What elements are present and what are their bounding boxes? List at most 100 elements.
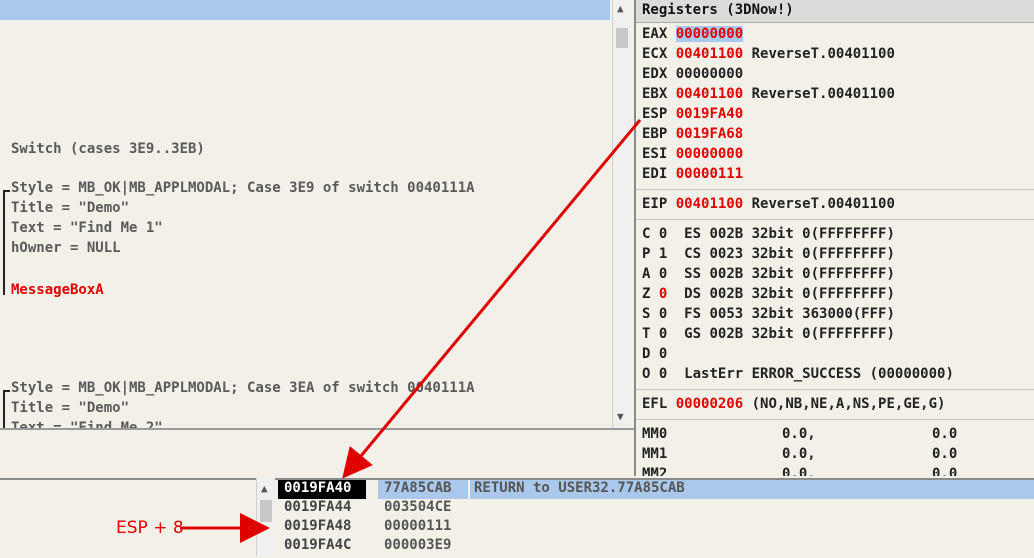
segment-info: SS 002B 32bit 0(FFFFFFFF)	[684, 266, 895, 282]
flag-name: P	[642, 246, 651, 262]
stack-address[interactable]: 0019FA4C	[278, 537, 366, 556]
comment-line[interactable]: hOwner = NULL	[11, 240, 121, 256]
register-name: ESI	[642, 146, 668, 162]
stack-scrollbar[interactable]: ▲	[256, 478, 275, 556]
segment-info: LastErr ERROR_SUCCESS (00000000)	[684, 366, 954, 382]
flag-row-o[interactable]: O 0 LastErr ERROR_SUCCESS (00000000)	[642, 366, 954, 382]
flag-bit[interactable]: 0	[659, 346, 667, 362]
flag-bit[interactable]: 0	[659, 226, 667, 242]
register-row-eax[interactable]: EAX 00000000	[642, 26, 752, 42]
mmx-high: 0.0	[932, 466, 958, 476]
flag-row-d[interactable]: D 0	[642, 346, 684, 362]
info-pane	[0, 430, 634, 476]
flag-name: Z	[642, 286, 651, 302]
flag-row-s[interactable]: S 0 FS 0053 32bit 363000(FFF)	[642, 306, 895, 322]
register-comment: ReverseT.00401100	[751, 86, 895, 102]
segment-info: ES 002B 32bit 0(FFFFFFFF)	[684, 226, 895, 242]
flag-bit[interactable]: 0	[659, 286, 667, 302]
register-row-ebp[interactable]: EBP 0019FA68	[642, 126, 752, 142]
stack-comment: RETURN to USER32.77A85CAB	[470, 480, 1034, 499]
call-bracket-1	[3, 190, 10, 295]
register-name: EIP	[642, 196, 668, 212]
flag-name: S	[642, 306, 651, 322]
registers-title-bar[interactable]: Registers (3DNow!)	[636, 0, 1034, 23]
registers-title: Registers (3DNow!)	[642, 2, 794, 18]
mmx-high: 0.0	[932, 446, 958, 462]
flag-row-p[interactable]: P 1 CS 0023 32bit 0(FFFFFFFF)	[642, 246, 895, 262]
register-value[interactable]: 00401100	[676, 196, 743, 212]
selected-line-highlight[interactable]	[0, 0, 610, 20]
stack-row[interactable]: 0019FA44 003504CE	[0, 499, 1034, 518]
flag-bit[interactable]: 0	[659, 326, 667, 342]
register-value[interactable]: 00401100	[676, 86, 743, 102]
register-row-mm2[interactable]: MM2 0.0, 0.0	[642, 466, 957, 476]
scroll-thumb[interactable]	[616, 28, 628, 48]
comment-line[interactable]: Style = MB_OK|MB_APPLMODAL; Case 3EA of …	[11, 380, 475, 396]
register-value[interactable]: 00000206	[676, 396, 743, 412]
register-row-edi[interactable]: EDI 00000111	[642, 166, 752, 182]
comment-line[interactable]: MessageBoxA	[11, 282, 104, 298]
flag-bit[interactable]: 0	[659, 306, 667, 322]
register-row-efl[interactable]: EFL 00000206 (NO,NB,NE,A,NS,PE,GE,G)	[642, 396, 945, 412]
register-name: EDI	[642, 166, 668, 182]
register-name: EBP	[642, 126, 668, 142]
segment-info: FS 0053 32bit 363000(FFF)	[684, 306, 895, 322]
comment-line[interactable]: Title = "Demo"	[11, 200, 129, 216]
stack-scroll-up-icon[interactable]: ▲	[261, 482, 268, 495]
mmx-low: 0.0,	[782, 446, 816, 462]
register-name: EFL	[642, 396, 668, 412]
register-row-mm1[interactable]: MM1 0.0, 0.0	[642, 446, 957, 462]
register-name: EAX	[642, 26, 668, 42]
register-value[interactable]: 0019FA40	[676, 106, 743, 122]
register-value[interactable]: 00000000	[675, 26, 744, 42]
stack-value[interactable]: 003504CE	[378, 499, 468, 518]
comment-line[interactable]: Text = "Find Me 1"	[11, 220, 163, 236]
stack-scroll-thumb[interactable]	[260, 500, 272, 522]
flag-bit[interactable]: 0	[659, 366, 667, 382]
stack-value[interactable]: 00000111	[378, 518, 468, 537]
comment-line[interactable]: Switch (cases 3E9..3EB)	[11, 141, 205, 157]
esp-offset-annotation: ESP + 8	[116, 518, 184, 538]
register-row-mm0[interactable]: MM0 0.0, 0.0	[642, 426, 957, 442]
stack-value[interactable]: 77A85CAB	[378, 480, 468, 499]
disassembly-scrollbar[interactable]: ▲ ▼	[612, 0, 631, 428]
register-row-ebx[interactable]: EBX 00401100 ReverseT.00401100	[642, 86, 895, 102]
flag-row-z[interactable]: Z 0 DS 002B 32bit 0(FFFFFFFF)	[642, 286, 895, 302]
register-name: MM1	[642, 446, 668, 462]
register-row-esp[interactable]: ESP 0019FA40	[642, 106, 752, 122]
register-value[interactable]: 00000000	[676, 66, 743, 82]
flag-row-a[interactable]: A 0 SS 002B 32bit 0(FFFFFFFF)	[642, 266, 895, 282]
register-value[interactable]: 00401100	[676, 46, 743, 62]
flag-bit[interactable]: 0	[659, 266, 667, 282]
stack-row[interactable]: 0019FA4C 000003E9	[0, 537, 1034, 556]
scroll-up-icon[interactable]: ▲	[617, 2, 624, 15]
register-separator	[636, 219, 1034, 220]
flag-name: C	[642, 226, 651, 242]
flag-row-t[interactable]: T 0 GS 002B 32bit 0(FFFFFFFF)	[642, 326, 895, 342]
register-row-ecx[interactable]: ECX 00401100 ReverseT.00401100	[642, 46, 895, 62]
register-name: MM2	[642, 466, 668, 476]
register-row-edx[interactable]: EDX 00000000	[642, 66, 752, 82]
flag-name: A	[642, 266, 651, 282]
comment-line[interactable]: Title = "Demo"	[11, 400, 129, 416]
stack-row[interactable]: 0019FA40 77A85CAB RETURN to USER32.77A85CA…	[0, 480, 1034, 499]
flag-bit[interactable]: 1	[659, 246, 667, 262]
stack-value[interactable]: 000003E9	[378, 537, 468, 556]
register-row-esi[interactable]: ESI 00000000	[642, 146, 752, 162]
stack-address[interactable]: 0019FA44	[278, 499, 366, 518]
flag-name: D	[642, 346, 651, 362]
register-separator	[636, 389, 1034, 390]
register-name: MM0	[642, 426, 668, 442]
disassembly-comment-pane: Switch (cases 3E9..3EB) Style = MB_OK|MB_…	[0, 0, 610, 428]
scroll-down-icon[interactable]: ▼	[617, 410, 624, 423]
comment-line[interactable]: Style = MB_OK|MB_APPLMODAL; Case 3E9 of …	[11, 180, 475, 196]
stack-address[interactable]: 0019FA48	[278, 518, 366, 537]
stack-address[interactable]: 0019FA40	[278, 480, 366, 499]
register-value[interactable]: 00000111	[676, 166, 743, 182]
register-value[interactable]: 0019FA68	[676, 126, 743, 142]
register-row-eip[interactable]: EIP 00401100 ReverseT.00401100	[642, 196, 895, 212]
mmx-low: 0.0,	[782, 466, 816, 476]
register-value[interactable]: 00000000	[676, 146, 743, 162]
comment-line[interactable]: Text = "Find Me 2"	[11, 420, 163, 428]
flag-row-c[interactable]: C 0 ES 002B 32bit 0(FFFFFFFF)	[642, 226, 895, 242]
